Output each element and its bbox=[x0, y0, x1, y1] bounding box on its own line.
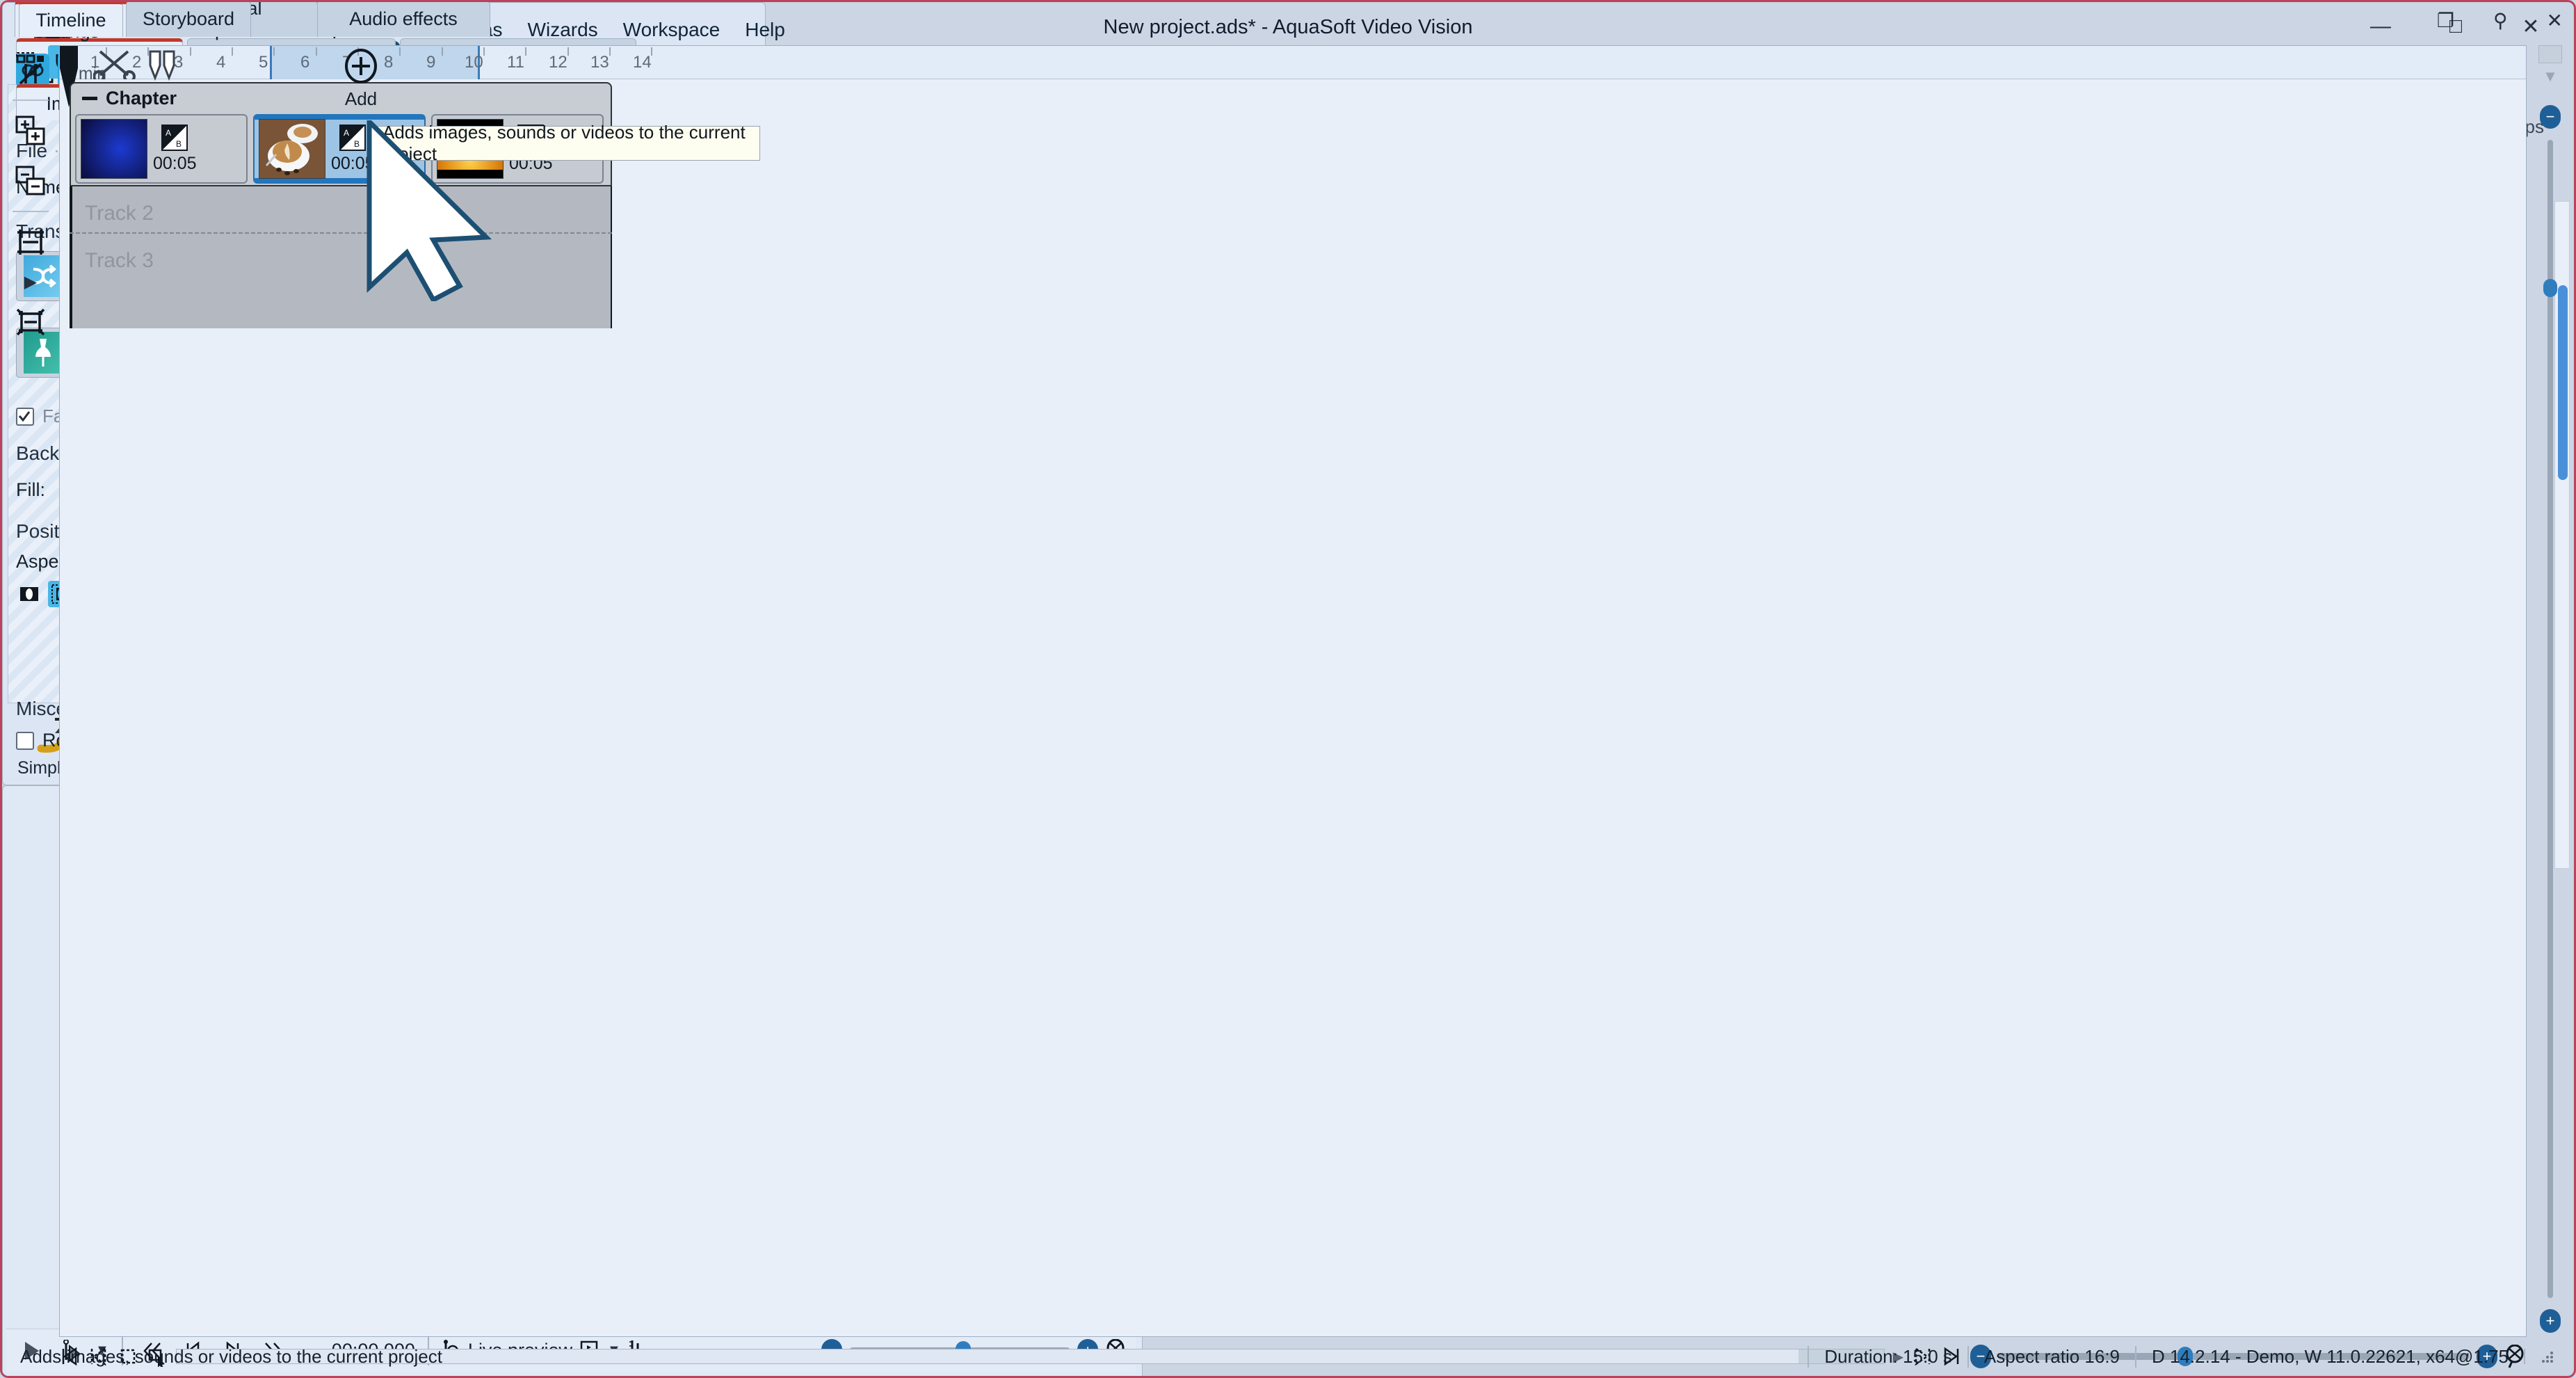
ruler-tick-label: 11 bbox=[507, 53, 524, 72]
track-label: Track 3 bbox=[85, 249, 154, 272]
add-track-icon[interactable] bbox=[10, 111, 51, 151]
clip-thumbnail bbox=[81, 119, 147, 179]
clip-thumbnail bbox=[259, 119, 325, 179]
scroll-down-caret-icon[interactable]: ▼ bbox=[2543, 67, 2558, 86]
scroll-up-button[interactable] bbox=[2538, 45, 2562, 63]
expand-caret-icon[interactable]: ▶ bbox=[24, 272, 37, 292]
track-row[interactable]: Track 3 bbox=[70, 234, 612, 328]
layout-designer-header-buttons[interactable]: ❐ ⚲ ✕ bbox=[2437, 9, 2563, 32]
ruler-tick-label: 13 bbox=[590, 53, 609, 72]
ruler-tick-label: 4 bbox=[216, 53, 225, 72]
svg-text:B: B bbox=[176, 139, 182, 149]
ruler-tick-label: 12 bbox=[549, 53, 567, 72]
status-build-info: D 14.2.14 - Demo, W 11.0.22621, x64@1.75 bbox=[2135, 1346, 2524, 1368]
vzoom-knob[interactable] bbox=[2543, 279, 2557, 297]
ruler-tick-label: 6 bbox=[300, 53, 309, 72]
vzoom-in-icon[interactable]: + bbox=[2540, 1309, 2561, 1333]
vzoom-out-icon[interactable]: − bbox=[2540, 105, 2561, 129]
ab-transition-icon[interactable]: AB bbox=[339, 125, 366, 151]
status-right-group: Duration: 15.0 s Aspect ratio 16:9 D 14.… bbox=[1808, 1346, 2574, 1368]
ruler-tick-label: 14 bbox=[633, 53, 652, 72]
collapse-minus-icon[interactable] bbox=[82, 97, 97, 100]
add-label: Add bbox=[323, 88, 399, 110]
chapter-title[interactable]: Chapter bbox=[82, 88, 177, 109]
ruler-tick-label: 5 bbox=[259, 53, 268, 72]
status-message: Adds images, sounds or videos to the cur… bbox=[20, 1346, 442, 1368]
cut-marker-icon[interactable] bbox=[10, 49, 51, 90]
tab-timeline[interactable]: Timeline bbox=[19, 1, 123, 37]
ruler-tick-label: 9 bbox=[426, 53, 435, 72]
timeline-clip[interactable]: AB 00:05 bbox=[75, 114, 248, 184]
svg-text:A: A bbox=[166, 128, 171, 138]
pin-icon[interactable]: ⚲ bbox=[2493, 9, 2508, 32]
ab-transition-icon[interactable]: AB bbox=[161, 125, 188, 151]
application-window: File Edit Actions Project Add Extras Wiz… bbox=[0, 0, 2576, 1378]
vzoom-track[interactable] bbox=[2547, 140, 2553, 1298]
track-label: Track 2 bbox=[85, 202, 154, 225]
timeline-tools[interactable]: ▶ bbox=[8, 45, 54, 1337]
clip-duration: 00:05 bbox=[331, 154, 375, 174]
svg-text:A: A bbox=[344, 128, 349, 138]
clip-duration: 00:05 bbox=[153, 154, 197, 174]
fit-selection-icon[interactable] bbox=[10, 222, 51, 262]
plus-circle-icon bbox=[323, 44, 399, 88]
status-duration: Duration: 15.0 s bbox=[1808, 1346, 1967, 1368]
resize-grip-icon[interactable] bbox=[2524, 1349, 2574, 1364]
fit-all-icon[interactable] bbox=[10, 302, 51, 342]
close-icon[interactable]: ✕ bbox=[2547, 9, 2563, 32]
add-button[interactable]: Add bbox=[323, 44, 399, 119]
status-bar: Adds images, sounds or videos to the cur… bbox=[2, 1337, 2574, 1376]
tab-storyboard[interactable]: Storyboard bbox=[126, 1, 251, 37]
status-aspect-ratio: Aspect ratio 16:9 bbox=[1967, 1346, 2135, 1368]
timeline-vertical-zoom[interactable]: ▼ − + bbox=[2532, 45, 2568, 1337]
ruler-tick-label: 10 bbox=[465, 53, 483, 72]
split-marker-icon bbox=[147, 50, 178, 81]
timeline-tab-row[interactable]: Timeline Storyboard bbox=[19, 1, 251, 37]
restore-icon[interactable]: ❐ bbox=[2437, 9, 2454, 32]
timeline-canvas[interactable]: 1 2 3 4 5 6 7 8 9 10 11 12 13 14 bbox=[59, 45, 2527, 1337]
layout-designer-header: Layout designer ❐ ⚲ ✕ bbox=[2, 2, 2574, 38]
chapter-label: Chapter bbox=[106, 88, 177, 109]
scissors-icon bbox=[93, 47, 136, 79]
add-tooltip: Adds images, sounds or videos to the cur… bbox=[371, 126, 760, 161]
svg-text:B: B bbox=[354, 139, 360, 149]
timeline-ruler[interactable]: 1 2 3 4 5 6 7 8 9 10 11 12 13 14 bbox=[60, 46, 2526, 79]
remove-track-icon[interactable] bbox=[10, 161, 51, 201]
